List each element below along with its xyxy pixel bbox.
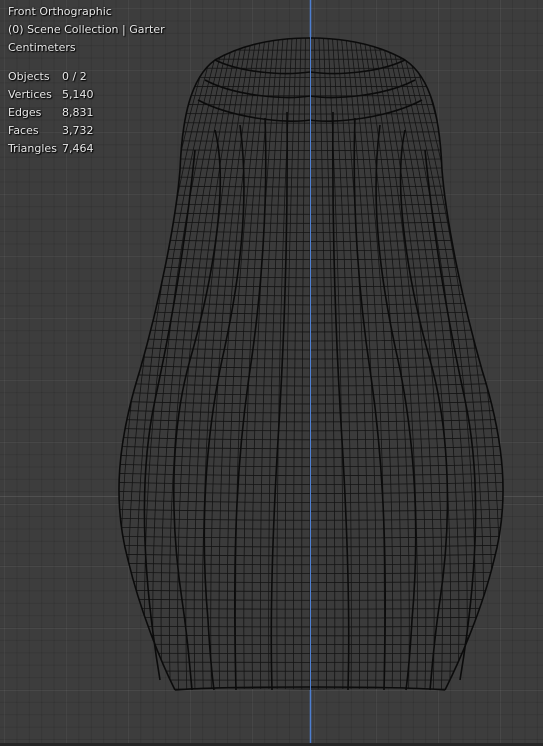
stat-row-triangles: Triangles 7,464 <box>8 140 165 158</box>
collection-label: (0) Scene Collection | Garter <box>8 23 165 36</box>
stat-value: 7,464 <box>62 142 94 155</box>
stat-label: Objects <box>8 70 50 83</box>
stat-value: 5,140 <box>62 88 94 101</box>
stat-value: 8,831 <box>62 106 94 119</box>
stat-row-faces: Faces 3,732 <box>8 122 165 140</box>
units-label: Centimeters <box>8 41 76 54</box>
viewport-info-overlay: Front Orthographic (0) Scene Collection … <box>8 3 165 158</box>
stat-label: Faces <box>8 124 39 137</box>
stat-label: Edges <box>8 106 42 119</box>
stat-row-vertices: Vertices 5,140 <box>8 86 165 104</box>
z-axis-line <box>310 0 311 746</box>
scene-statistics: Objects 0 / 2 Vertices 5,140 Edges 8,831… <box>8 68 165 158</box>
stat-row-edges: Edges 8,831 <box>8 104 165 122</box>
3d-viewport[interactable]: Front Orthographic (0) Scene Collection … <box>0 0 543 746</box>
stat-value: 0 / 2 <box>62 70 87 83</box>
stat-label: Triangles <box>8 142 57 155</box>
stat-row-objects: Objects 0 / 2 <box>8 68 165 86</box>
stat-value: 3,732 <box>62 124 94 137</box>
stat-label: Vertices <box>8 88 52 101</box>
view-name: Front Orthographic <box>8 5 112 18</box>
